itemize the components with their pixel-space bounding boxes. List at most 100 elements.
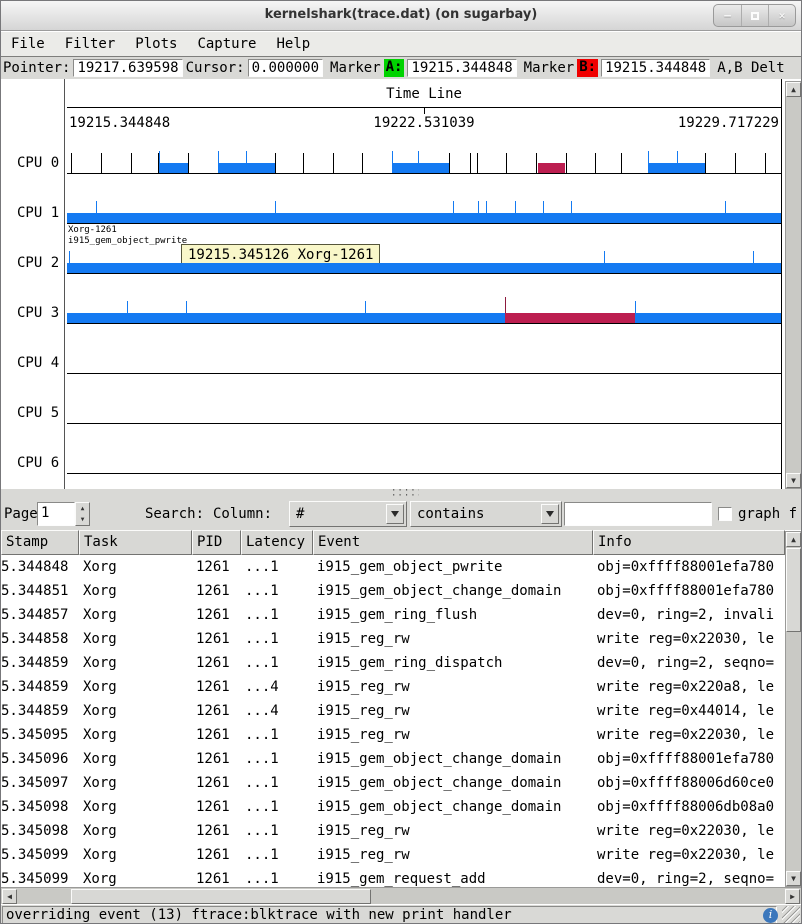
cell-latency: ...1: [241, 627, 313, 651]
cell-stamp: 5.345097: [1, 771, 79, 795]
header-cell-stamp[interactable]: Stamp: [1, 530, 79, 555]
menu-item-capture[interactable]: Capture: [187, 33, 266, 55]
table-row[interactable]: 5.344851Xorg1261...1i915_gem_object_chan…: [1, 579, 785, 603]
page-spin-buttons[interactable]: ▲ ▼: [75, 502, 90, 526]
header-cell-pid[interactable]: PID: [192, 530, 241, 555]
event-tick: [449, 153, 450, 173]
table-row[interactable]: 5.344859Xorg1261...4i915_reg_rwwrite reg…: [1, 699, 785, 723]
cell-latency: ...4: [241, 699, 313, 723]
minimize-button[interactable]: –: [714, 5, 741, 26]
cell-task: Xorg: [79, 819, 192, 843]
cell-info: dev=0, ring=2, seqno=: [593, 867, 785, 887]
event-tick: [515, 201, 516, 213]
event-tick: [566, 153, 567, 173]
pane-splitter[interactable]: ··············: [1, 489, 801, 499]
cpu-baseline: [67, 423, 781, 424]
table-row[interactable]: 5.345098Xorg1261...1i915_reg_rwwrite reg…: [1, 819, 785, 843]
event-tick: [362, 153, 363, 173]
event-tick: [246, 151, 247, 173]
spin-up-icon[interactable]: ▲: [76, 503, 89, 514]
table-row[interactable]: 5.345096Xorg1261...1i915_gem_object_chan…: [1, 747, 785, 771]
cpu-run-bar: [67, 213, 781, 223]
cpu-row-label: CPU 5: [17, 405, 59, 421]
timeline-center-tick: [424, 107, 425, 114]
scroll-right-icon[interactable]: ▶: [785, 889, 800, 904]
match-select[interactable]: contains: [410, 501, 562, 527]
scroll-left-icon[interactable]: ◀: [2, 889, 17, 904]
event-tick: [648, 151, 649, 173]
event-tick: [470, 153, 471, 173]
chevron-down-icon[interactable]: [386, 504, 404, 524]
scrollbar-thumb[interactable]: [71, 889, 371, 904]
cpu-run-segment: [159, 163, 188, 173]
cell-pid: 1261: [192, 603, 241, 627]
graph-vertical-scrollbar[interactable]: ▲ ▼: [785, 81, 802, 489]
event-tick: [127, 301, 128, 313]
event-tick: [275, 201, 276, 213]
header-cell-event[interactable]: Event: [313, 530, 593, 555]
splitter-handle-icon[interactable]: ··············: [391, 489, 419, 499]
timeline-tick-label: 19229.717229: [67, 115, 779, 131]
event-tick: [131, 153, 132, 173]
cpu-run-bar: [67, 263, 781, 273]
scroll-down-icon[interactable]: ▼: [786, 473, 801, 488]
table-row[interactable]: 5.345095Xorg1261...1i915_reg_rwwrite reg…: [1, 723, 785, 747]
page-spinbox[interactable]: 1: [37, 502, 75, 526]
table-row[interactable]: 5.345099Xorg1261...1i915_reg_rwwrite reg…: [1, 843, 785, 867]
timeline-graph[interactable]: Time Line 19215.344848 19222.531039 1922…: [1, 79, 801, 489]
event-tick: [365, 301, 366, 313]
resize-grip[interactable]: [782, 906, 800, 924]
cell-latency: ...1: [241, 555, 313, 579]
column-select[interactable]: #: [289, 501, 407, 527]
event-tick: [275, 153, 276, 173]
scroll-up-icon[interactable]: ▲: [786, 532, 801, 547]
cell-latency: ...1: [241, 579, 313, 603]
menu-item-file[interactable]: File: [1, 33, 55, 55]
header-cell-info[interactable]: Info: [593, 530, 785, 555]
window-controls: – ✕: [713, 4, 796, 27]
table-vertical-scrollbar[interactable]: ▲ ▼: [785, 531, 802, 887]
cell-event: i915_gem_object_change_domain: [313, 771, 593, 795]
cell-task: Xorg: [79, 771, 192, 795]
cpu-run-segment: [218, 163, 275, 173]
cpu-row-label: CPU 3: [17, 305, 59, 321]
cell-event: i915_reg_rw: [313, 843, 593, 867]
table-horizontal-scrollbar[interactable]: ◀ ▶: [1, 887, 801, 904]
cell-stamp: 5.344857: [1, 603, 79, 627]
cell-stamp: 5.344858: [1, 627, 79, 651]
cell-latency: ...1: [241, 843, 313, 867]
table-row[interactable]: 5.345098Xorg1261...1i915_gem_object_chan…: [1, 795, 785, 819]
table-row[interactable]: 5.344859Xorg1261...4i915_reg_rwwrite reg…: [1, 675, 785, 699]
pointer-value: 19217.639598: [73, 59, 182, 77]
table-row[interactable]: 5.344858Xorg1261...1i915_reg_rwwrite reg…: [1, 627, 785, 651]
cpu-baseline: [67, 373, 781, 374]
cpu2-event-label: i915_gem_object_pwrite: [68, 236, 187, 246]
scrollbar-thumb[interactable]: [786, 548, 801, 632]
chevron-down-icon[interactable]: [541, 504, 559, 524]
scroll-down-icon[interactable]: ▼: [786, 871, 801, 886]
close-button[interactable]: ✕: [768, 5, 795, 26]
cell-info: obj=0xffff88001efa780: [593, 579, 785, 603]
header-cell-task[interactable]: Task: [79, 530, 192, 555]
table-row[interactable]: 5.345097Xorg1261...1i915_gem_object_chan…: [1, 771, 785, 795]
maximize-button[interactable]: [741, 5, 768, 26]
menu-item-plots[interactable]: Plots: [125, 33, 187, 55]
info-icon[interactable]: i: [763, 908, 778, 923]
header-cell-latency[interactable]: Latency: [241, 530, 313, 555]
menu-item-help[interactable]: Help: [266, 33, 320, 55]
cell-latency: ...1: [241, 771, 313, 795]
table-row[interactable]: 5.344848Xorg1261...1i915_gem_object_pwri…: [1, 555, 785, 579]
cell-stamp: 5.345096: [1, 747, 79, 771]
menu-item-filter[interactable]: Filter: [55, 33, 126, 55]
scroll-up-icon[interactable]: ▲: [786, 82, 801, 97]
cell-stamp: 5.345099: [1, 867, 79, 887]
search-input[interactable]: [564, 502, 712, 526]
cell-task: Xorg: [79, 579, 192, 603]
table-row[interactable]: 5.344859Xorg1261...1i915_gem_ring_dispat…: [1, 651, 785, 675]
title-bar[interactable]: kernelshark(trace.dat) (on sugarbay) – ✕: [1, 1, 801, 31]
graph-follows-checkbox[interactable]: [718, 507, 732, 521]
spin-down-icon[interactable]: ▼: [76, 514, 89, 525]
table-row[interactable]: 5.345099Xorg1261...1i915_gem_request_add…: [1, 867, 785, 887]
table-row[interactable]: 5.344857Xorg1261...1i915_gem_ring_flushd…: [1, 603, 785, 627]
event-tick: [543, 201, 544, 213]
